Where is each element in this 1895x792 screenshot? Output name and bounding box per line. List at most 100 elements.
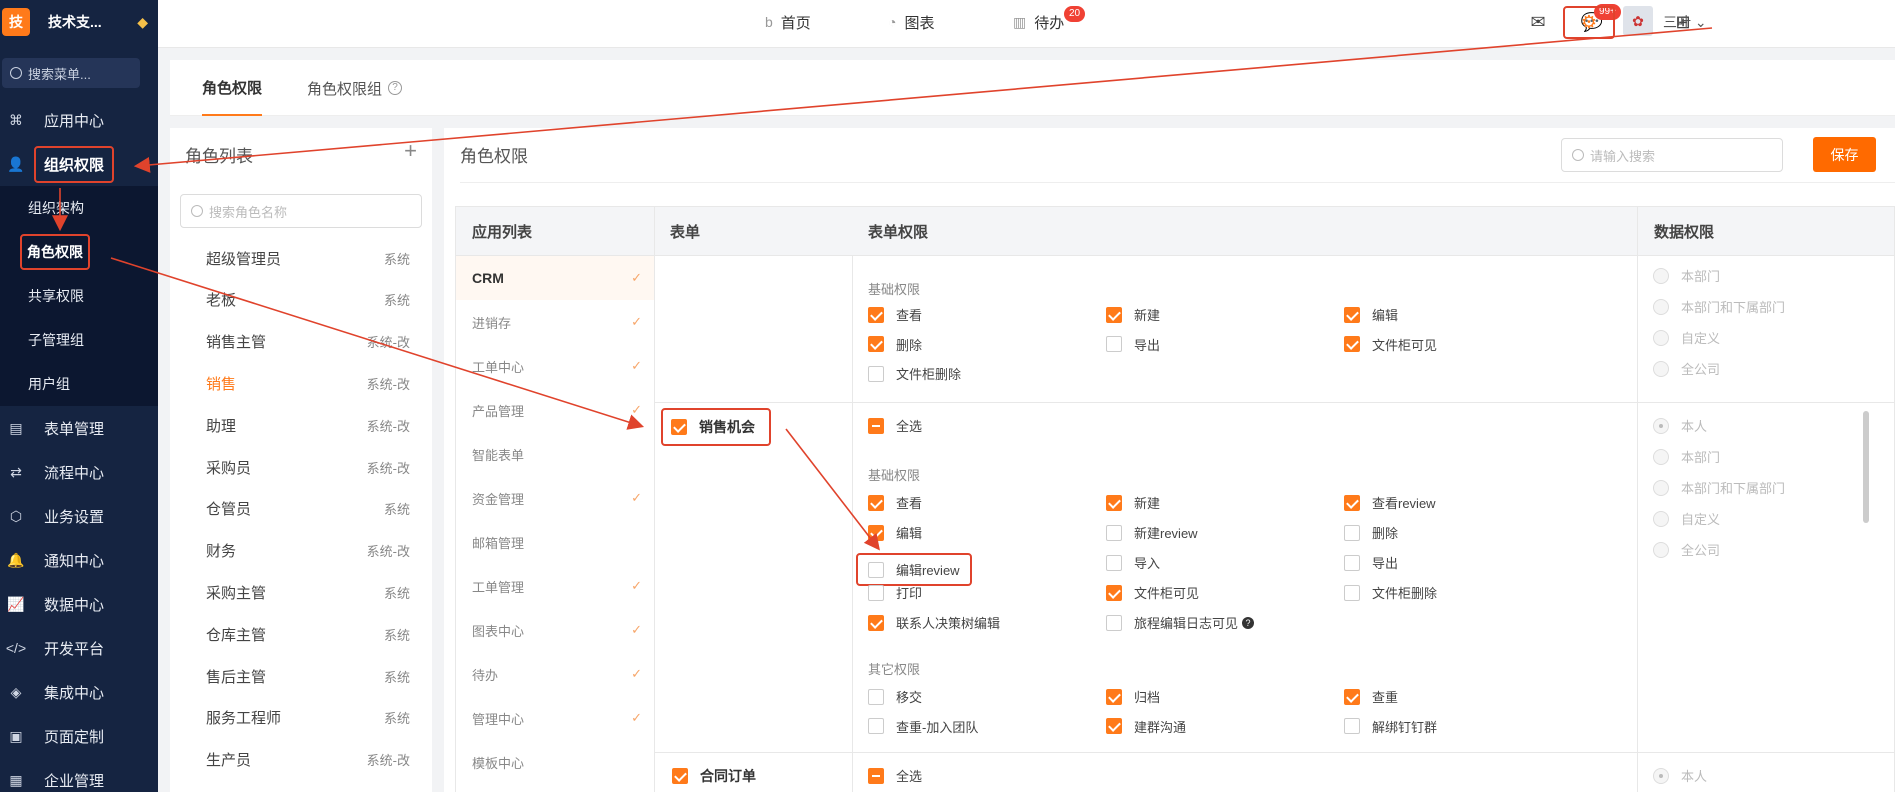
company-logo[interactable]: 技 (2, 8, 30, 36)
app-list-item[interactable]: CRM ✓ (456, 256, 654, 300)
permission-checkbox[interactable] (868, 584, 884, 601)
sidebar-item-dev-platform[interactable]: </> 开发平台 (0, 626, 158, 670)
nav-chart[interactable]: ◔ 图表 (888, 0, 934, 44)
permission-item[interactable]: 查看review (1344, 493, 1436, 512)
permission-item[interactable]: 导入 (1106, 553, 1160, 572)
data-scope-option[interactable]: 自定义 (1653, 509, 1720, 528)
permission-item[interactable]: 编辑 (1344, 305, 1398, 324)
data-scope-option[interactable]: 本部门 (1653, 447, 1720, 466)
sidebar-subitem-org-structure[interactable]: 组织架构 (0, 186, 158, 230)
permission-checkbox[interactable] (1106, 336, 1122, 352)
tab-role-permission[interactable]: 角色权限 (202, 60, 263, 116)
permission-item[interactable]: 删除 (1344, 523, 1398, 542)
permission-item[interactable]: 旅程编辑日志可见? (1106, 613, 1255, 632)
permission-item[interactable]: 解绑钉钉群 (1344, 717, 1437, 736)
permission-search-input[interactable]: 请输入搜索 (1561, 138, 1783, 172)
permission-checkbox[interactable] (1344, 718, 1360, 734)
select-all[interactable]: 全选 (868, 766, 922, 785)
add-role-button[interactable]: + (404, 138, 417, 164)
menu-search-input[interactable]: 搜索菜单... (2, 58, 140, 88)
data-scope-option[interactable]: 自定义 (1653, 328, 1720, 347)
sidebar-item-flow-center[interactable]: ⇄ 流程中心 (0, 450, 158, 494)
permission-item[interactable]: 删除 (868, 335, 922, 354)
settings-button[interactable]: ⚙ (1563, 6, 1615, 39)
permission-checkbox[interactable] (1344, 524, 1360, 541)
app-list-item[interactable]: 进销存 ✓ (456, 300, 654, 344)
app-list-item[interactable]: 模板中心 (456, 740, 654, 784)
sidebar-subitem-user-group[interactable]: 用户组 (0, 362, 158, 406)
sidebar-subitem-share-permission[interactable]: 共享权限 (0, 274, 158, 318)
data-scope-option[interactable]: 本人 (1653, 766, 1707, 785)
permission-checkbox[interactable] (1344, 494, 1360, 511)
permission-checkbox[interactable] (1106, 614, 1122, 631)
permission-item[interactable]: 查重 (1344, 687, 1398, 706)
permission-item[interactable]: 查重-加入团队 (868, 717, 978, 736)
data-scope-option[interactable]: 全公司 (1653, 540, 1720, 559)
permission-item[interactable]: 联系人决策树编辑 (868, 613, 1000, 632)
permission-checkbox[interactable] (1344, 688, 1360, 705)
user-menu[interactable]: 三叶 ⌄ (1663, 12, 1707, 32)
permission-checkbox[interactable] (1106, 494, 1122, 511)
role-list-item[interactable]: 服务工程师 系统 (206, 697, 410, 739)
role-list-item[interactable]: 仓管员 系统 (206, 488, 410, 530)
permission-checkbox[interactable] (868, 524, 884, 541)
permission-item[interactable]: 编辑 (868, 523, 922, 542)
data-scope-option[interactable]: 本部门和下属部门 (1653, 478, 1785, 497)
mail-icon[interactable]: ✉ (1526, 10, 1550, 34)
permission-item[interactable]: 文件柜删除 (868, 364, 961, 383)
permission-item[interactable]: 查看 (868, 305, 922, 324)
app-list-item[interactable]: 工单中心 ✓ (456, 344, 654, 388)
form-checkbox[interactable] (672, 768, 688, 784)
app-list-item[interactable]: 管理中心 ✓ (456, 696, 654, 740)
sidebar-item-integration-center[interactable]: ◈ 集成中心 (0, 670, 158, 714)
permission-checkbox[interactable] (1106, 306, 1122, 323)
avatar[interactable]: ✿ (1623, 6, 1653, 36)
role-list-item[interactable]: 老板 系统 (206, 279, 410, 321)
data-scope-option[interactable]: 本人 (1653, 416, 1707, 435)
sidebar-item-data-center[interactable]: 📈 数据中心 (0, 582, 158, 626)
permission-item[interactable]: 导出 (1106, 335, 1160, 354)
app-list-item[interactable]: 图表中心 ✓ (456, 608, 654, 652)
data-scope-option[interactable]: 本部门和下属部门 (1653, 297, 1785, 316)
permission-item[interactable]: 新建 (1106, 305, 1160, 324)
question-icon[interactable]: ? (1242, 616, 1255, 629)
select-all-checkbox[interactable] (868, 417, 884, 434)
sidebar-subitem-sub-admin-group[interactable]: 子管理组 (0, 318, 158, 362)
role-list-item[interactable]: 销售 系统-改 (206, 362, 410, 404)
nav-todo[interactable]: ▥ 待办 (1013, 0, 1064, 44)
role-search-input[interactable]: 搜索角色名称 (180, 194, 422, 228)
app-list-item[interactable]: 产品管理 ✓ (456, 388, 654, 432)
permission-checkbox[interactable] (868, 561, 884, 578)
permission-checkbox[interactable] (868, 688, 884, 705)
permission-checkbox[interactable] (1344, 306, 1360, 323)
permission-checkbox[interactable] (1344, 554, 1360, 571)
select-all-checkbox[interactable] (868, 767, 884, 784)
data-scope-option[interactable]: 全公司 (1653, 359, 1720, 378)
permission-item[interactable]: 建群沟通 (1106, 717, 1186, 736)
diamond-icon[interactable]: ◆ (137, 14, 148, 31)
app-list-item[interactable]: 智能表单 (456, 432, 654, 476)
permission-item[interactable]: 打印 (868, 583, 922, 602)
permission-item[interactable]: 移交 (868, 687, 922, 706)
app-list-item[interactable]: 工单管理 ✓ (456, 564, 654, 608)
company-name[interactable]: 技术支... (48, 12, 137, 32)
permission-item[interactable]: 归档 (1106, 687, 1160, 706)
permission-checkbox[interactable] (868, 306, 884, 323)
role-list-item[interactable]: 助理 系统-改 (206, 404, 410, 446)
sidebar-subitem-role-permission[interactable]: 角色权限 (0, 230, 158, 274)
form-sales-opportunity[interactable]: 销售机会 (661, 408, 771, 446)
app-list-item[interactable]: 邮箱管理 (456, 520, 654, 564)
question-icon[interactable]: ? (388, 81, 403, 95)
data-perm-scrollbar[interactable] (1863, 411, 1869, 523)
role-list-item[interactable]: 财务 系统-改 (206, 530, 410, 572)
app-list-item[interactable]: 待办 ✓ (456, 652, 654, 696)
role-list-item[interactable]: 采购主管 系统 (206, 571, 410, 613)
permission-checkbox[interactable] (868, 494, 884, 511)
permission-checkbox[interactable] (1106, 584, 1122, 601)
sidebar-item-business-settings[interactable]: ⬡ 业务设置 (0, 494, 158, 538)
role-list-item[interactable]: 超级管理员 系统 (206, 237, 410, 279)
permission-item[interactable]: 编辑review (856, 553, 972, 586)
permission-checkbox[interactable] (868, 365, 884, 382)
role-list-item[interactable]: 采购员 系统-改 (206, 446, 410, 488)
permission-checkbox[interactable] (1106, 524, 1122, 541)
